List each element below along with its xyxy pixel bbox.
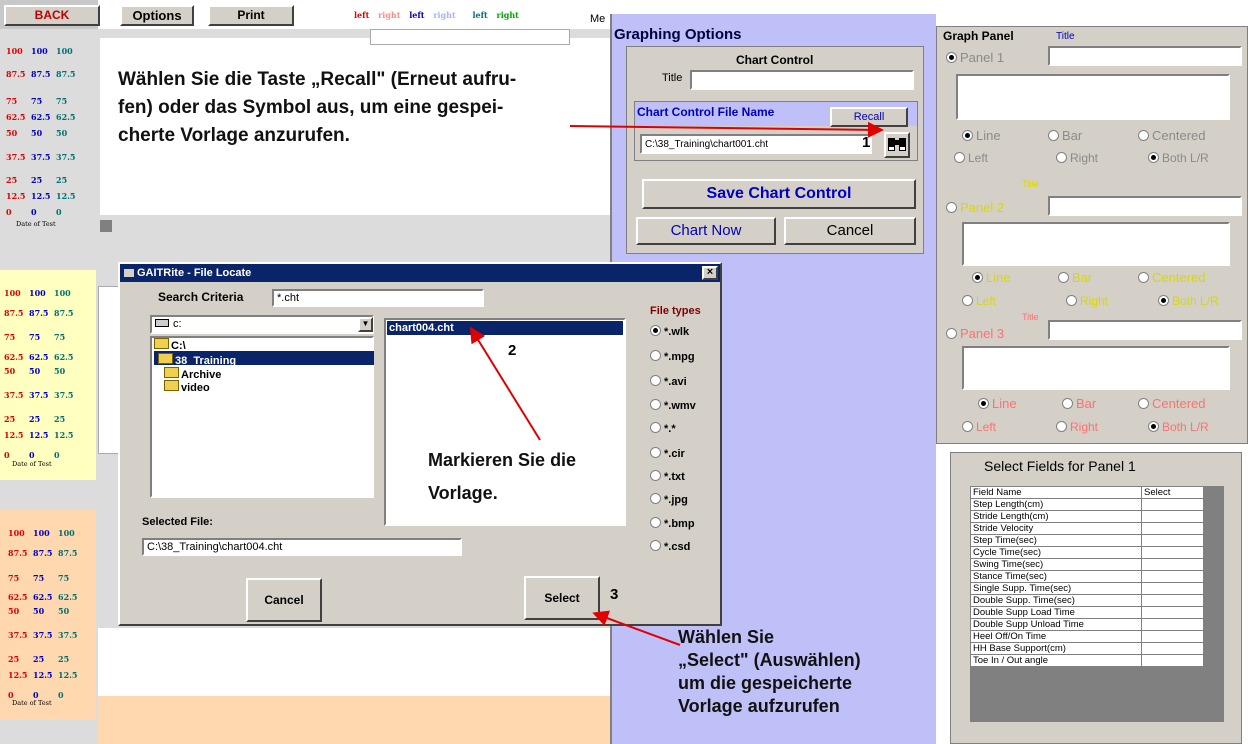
- arrow-to-select: [592, 610, 681, 646]
- annotation-arrows: [469, 121, 884, 646]
- arrow-to-template: [469, 326, 541, 441]
- arrow-to-recall: [569, 121, 884, 138]
